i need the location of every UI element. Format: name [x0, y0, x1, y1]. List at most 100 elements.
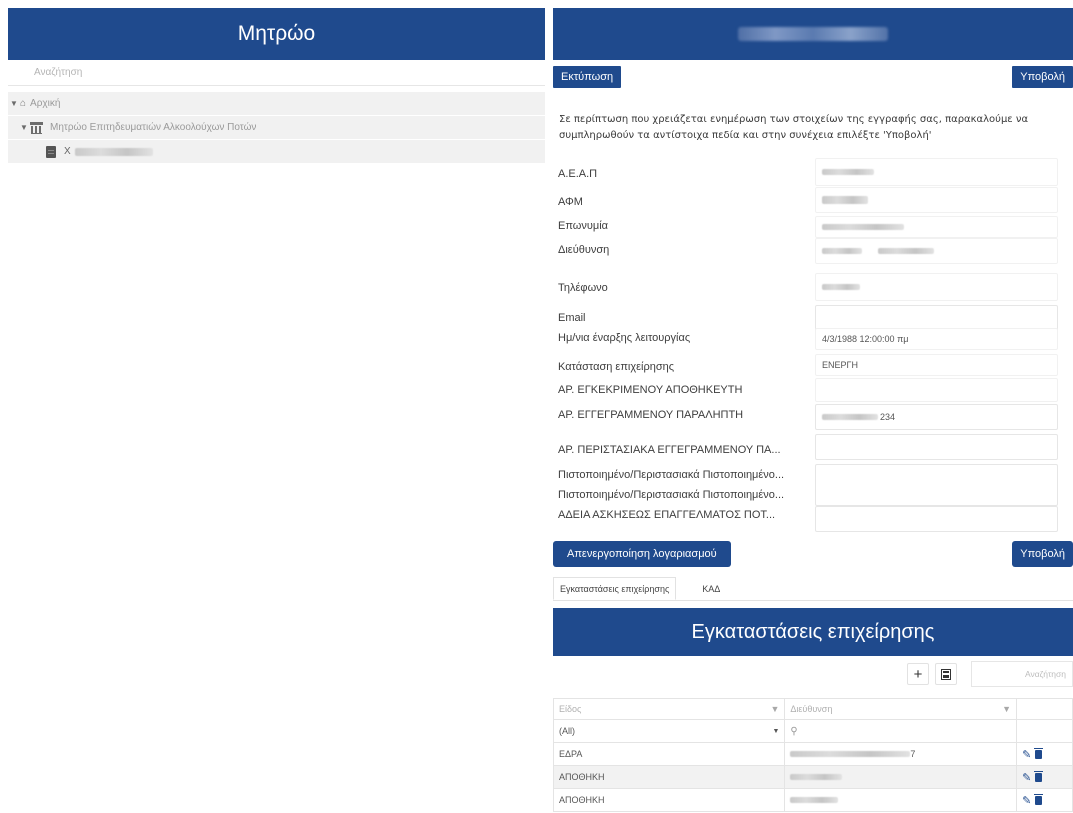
- top-toolbar: Εκτύπωση Υποβολή: [553, 62, 1073, 92]
- edit-icon[interactable]: ✎: [1022, 772, 1031, 784]
- edit-icon[interactable]: ✎: [1022, 795, 1031, 807]
- filter-row: (All) ▼ ⚲: [552, 719, 1073, 743]
- cell-kind: ΑΠΟΘΗΚΗ: [552, 765, 786, 789]
- tab-installations[interactable]: Εγκαταστάσεις επιχείρησης: [553, 577, 677, 600]
- table-row[interactable]: ΕΔΡΑ 7 ✎: [552, 742, 1073, 766]
- caret-down-icon[interactable]: ▼: [18, 123, 30, 132]
- redacted-text: [822, 169, 874, 175]
- tree-node-home[interactable]: ▼ ⌂ Αρχική: [8, 92, 545, 115]
- field-label: ΑΦΜ: [558, 196, 583, 208]
- deactivate-account-button[interactable]: Απενεργοποίηση λογαριασμού: [553, 541, 731, 567]
- business-detail-panel: Εκτύπωση Υποβολή Σε περίπτωση που χρειάζ…: [552, 8, 1073, 813]
- registry-panel: Μητρώο Αναζήτηση ▼ ⌂ Αρχική ▼ Μητρώο Επι…: [8, 8, 545, 813]
- installations-grid-title: Εγκαταστάσεις επιχείρησης: [553, 608, 1073, 656]
- redacted-text: [822, 196, 868, 204]
- search-icon: ⚲: [790, 725, 798, 737]
- caret-down-icon[interactable]: ▼: [8, 99, 20, 108]
- redacted-text: [822, 414, 878, 420]
- column-label: Είδος: [559, 704, 582, 714]
- address-filter-input[interactable]: ⚲: [784, 719, 1018, 743]
- caret-down-icon: ▼: [772, 727, 780, 735]
- column-label: Διεύθυνση: [790, 704, 833, 714]
- grid-search-placeholder: Αναζήτηση: [1024, 669, 1066, 679]
- plus-icon[interactable]: +: [907, 663, 929, 685]
- table-row[interactable]: ΑΠΟΘΗΚΗ ✎: [552, 765, 1073, 789]
- row-actions: ✎: [1016, 788, 1073, 812]
- cell-address: [784, 788, 1018, 812]
- submit-button-top[interactable]: Υποβολή: [1012, 66, 1073, 88]
- filter-icon[interactable]: ▼: [1002, 704, 1011, 714]
- business-header: [553, 8, 1073, 60]
- tree-search-placeholder: Αναζήτηση: [34, 67, 83, 78]
- row-actions: ✎: [1016, 765, 1073, 789]
- redacted-text: [790, 751, 911, 757]
- edit-icon[interactable]: ✎: [1022, 749, 1031, 761]
- tree-node-label: Μητρώο Επιτηδευματιών Αλκοολούχων Ποτών: [50, 122, 257, 133]
- aeap-input[interactable]: [815, 158, 1058, 186]
- submit-button-bottom[interactable]: Υποβολή: [1012, 541, 1073, 567]
- filter-icon[interactable]: ▼: [770, 704, 779, 714]
- registered-recipient-value: 234: [880, 412, 896, 422]
- column-header-kind[interactable]: Είδος ▼: [552, 698, 786, 720]
- cell-kind: ΑΠΟΘΗΚΗ: [552, 788, 786, 812]
- field-label: ΑΔΕΙΑ ΑΣΚΗΣΕΩΣ ΕΠΑΓΓΕΛΜΑΤΟΣ ΠΟΤ...: [558, 509, 776, 521]
- registry-title: Μητρώο: [237, 22, 316, 45]
- update-notice: Σε περίπτωση που χρειάζεται ενημέρωση τω…: [559, 114, 1029, 141]
- export-icon[interactable]: [935, 663, 957, 685]
- status-input[interactable]: ΕΝΕΡΓΗ: [815, 354, 1058, 376]
- tree-node-label: Αρχική: [30, 98, 61, 109]
- print-button[interactable]: Εκτύπωση: [553, 66, 622, 88]
- cell-address: 7: [784, 742, 1018, 766]
- installations-table: Είδος ▼ Διεύθυνση ▼ (All) ▼ ⚲ ΕΔΡΑ 7 ✎ ΑΠΟΘ…: [552, 698, 1073, 812]
- kind-filter-select[interactable]: (All) ▼: [552, 719, 786, 743]
- building-icon: [46, 145, 56, 158]
- grid-search-input[interactable]: Αναζήτηση: [971, 661, 1073, 687]
- form-actions: Απενεργοποίηση λογαριασμού Υποβολή: [553, 541, 1073, 567]
- row-actions: ✎: [1016, 742, 1073, 766]
- registered-recipient-input[interactable]: 234: [815, 404, 1058, 430]
- table-header-row: Είδος ▼ Διεύθυνση ▼: [552, 698, 1073, 720]
- column-header-address[interactable]: Διεύθυνση ▼: [784, 698, 1018, 720]
- filter-spacer: [1016, 719, 1073, 743]
- address-input[interactable]: [815, 238, 1058, 264]
- certified-input[interactable]: [815, 464, 1058, 506]
- tree-node-business[interactable]: X: [8, 140, 545, 163]
- column-header-actions: [1016, 698, 1073, 720]
- trash-icon[interactable]: [1034, 793, 1044, 805]
- redacted-text: [822, 224, 904, 230]
- trash-icon[interactable]: [1034, 747, 1044, 759]
- field-label: Πιστοποιημένο/Περιστασιακά Πιστοποιημένο…: [558, 489, 785, 501]
- field-label: ΑΡ. ΕΓΓΕΓΡΑΜΜΕΝΟΥ ΠΑΡΑΛΗΠΤΗ: [558, 409, 744, 421]
- field-label: Επωνυμία: [558, 220, 609, 232]
- tree-search-input[interactable]: Αναζήτηση: [8, 60, 545, 86]
- field-label: ΑΡ. ΠΕΡΙΣΤΑΣΙΑΚΑ ΕΓΓΕΓΡΑΜΜΕΝΟΥ ΠΑ...: [558, 444, 781, 456]
- afm-input[interactable]: [815, 187, 1058, 213]
- registry-tree: ▼ ⌂ Αρχική ▼ Μητρώο Επιτηδευματιών Αλκοο…: [8, 92, 545, 163]
- start-date-value: 4/3/1988 12:00:00 πμ: [822, 334, 909, 344]
- field-label: Πιστοποιημένο/Περιστασιακά Πιστοποιημένο…: [558, 469, 785, 481]
- redacted-text: [878, 248, 934, 254]
- redacted-text: [790, 774, 843, 780]
- occasional-recipient-input[interactable]: [815, 434, 1058, 460]
- license-input[interactable]: [815, 506, 1058, 532]
- field-label: Τηλέφωνο: [558, 282, 608, 294]
- field-label: Email: [558, 312, 586, 324]
- cell-kind: ΕΔΡΑ: [552, 742, 786, 766]
- tree-node-label: X: [64, 146, 71, 157]
- redacted-text: [822, 248, 862, 254]
- status-value: ΕΝΕΡΓΗ: [822, 360, 858, 370]
- cell-address: [784, 765, 1018, 789]
- tree-node-registry[interactable]: ▼ Μητρώο Επιτηδευματιών Αλκοολούχων Ποτώ…: [8, 116, 545, 139]
- grid-toolbar: + Αναζήτηση: [553, 656, 1073, 692]
- field-label: Ημ/νια έναρξης λειτουργίας: [558, 332, 691, 344]
- filter-value: (All): [559, 726, 575, 736]
- tab-kad[interactable]: ΚΑΔ: [696, 577, 726, 600]
- bank-icon: [30, 122, 43, 134]
- start-date-input[interactable]: 4/3/1988 12:00:00 πμ: [815, 328, 1058, 350]
- approved-warehouse-input[interactable]: [815, 378, 1058, 402]
- trash-icon[interactable]: [1034, 770, 1044, 782]
- field-label: Κατάσταση επιχείρησης: [558, 361, 675, 373]
- business-name-input[interactable]: [815, 216, 1058, 238]
- table-row[interactable]: ΑΠΟΘΗΚΗ ✎: [552, 788, 1073, 812]
- phone-input[interactable]: [815, 273, 1058, 301]
